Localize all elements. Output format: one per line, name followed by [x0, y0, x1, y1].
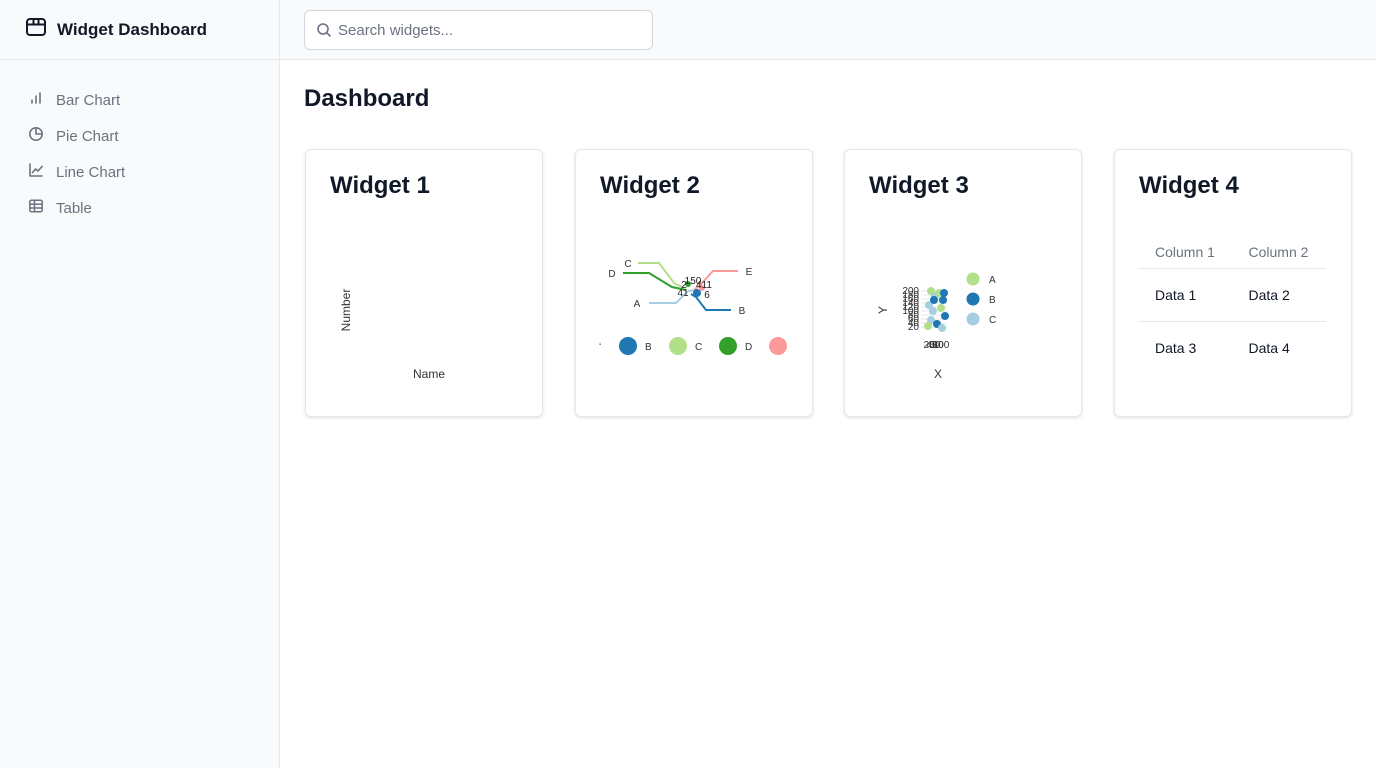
- series-label: E: [746, 267, 753, 278]
- sidebar-item-pie-chart[interactable]: Pie Chart: [0, 118, 279, 154]
- search-input[interactable]: [305, 11, 652, 49]
- data-point: [924, 322, 932, 330]
- bar-chart-icon: [28, 90, 44, 110]
- legend-marker: [669, 337, 687, 355]
- legend-label-clipped: ʻ: [599, 341, 601, 353]
- x-axis-label: Name: [413, 367, 445, 381]
- scatter-chart: 2001801601401201008060402020406080100XYA…: [876, 272, 996, 381]
- data-point: [938, 324, 946, 332]
- page-title: Dashboard: [304, 85, 430, 112]
- series-line-C: [638, 262, 685, 289]
- search-icon: [316, 22, 332, 43]
- table-cell: Data 3: [1155, 340, 1197, 356]
- data-point: [930, 296, 938, 304]
- sidebar-item-table[interactable]: Table: [0, 190, 279, 226]
- table-row[interactable]: Data 1 Data 2: [1139, 268, 1326, 322]
- table-icon: [28, 198, 44, 218]
- search-box: [304, 10, 653, 50]
- series-label: D: [608, 269, 615, 280]
- pie-chart-icon: [28, 126, 44, 146]
- topbar: [280, 0, 1376, 60]
- data-point: [929, 307, 937, 315]
- bump-chart: CDAEB1502 41141 6ʻ B C D: [599, 259, 787, 355]
- widget-title: Widget 4: [1139, 172, 1239, 199]
- widget-card-4[interactable]: Widget 4 Column 1 Column 2 Data 1 Data 2…: [1114, 149, 1352, 417]
- sidebar-item-line-chart[interactable]: Line Chart: [0, 154, 279, 190]
- legend-label: C: [989, 315, 996, 326]
- widget-card-2[interactable]: Widget 2 C D A E B 150 2 411 41 6 ʻ B C D: [575, 149, 813, 417]
- brand[interactable]: Widget Dashboard: [0, 0, 279, 60]
- data-point: [940, 289, 948, 297]
- legend-label: D: [745, 342, 752, 353]
- legend-marker: [719, 337, 737, 355]
- data-label: 41: [677, 288, 689, 299]
- series-label: A: [634, 299, 641, 310]
- sidebar: Widget Dashboard Bar Chart Pie Chart Lin…: [0, 0, 280, 768]
- legend-label: B: [989, 295, 996, 306]
- legend-label: C: [695, 342, 702, 353]
- x-tick-label: 100: [933, 340, 950, 351]
- app-title: Widget Dashboard: [57, 19, 208, 39]
- sidebar-item-label: Line Chart: [56, 163, 126, 181]
- column-header[interactable]: Column 1: [1139, 238, 1233, 269]
- y-axis-label: Y: [876, 306, 890, 314]
- widget-card-1[interactable]: Widget 1 020406080100120140160180ABCDEFG…: [305, 149, 543, 417]
- bar-chart: 020406080100120140160180ABCDEFGHNameNumb…: [339, 289, 445, 381]
- data-point: [941, 312, 949, 320]
- sidebar-item-bar-chart[interactable]: Bar Chart: [0, 82, 279, 118]
- series-line-A: [649, 289, 697, 304]
- legend-marker: [769, 337, 787, 355]
- table-cell: Data 4: [1248, 340, 1290, 356]
- data-point: [937, 304, 945, 312]
- sidebar-item-label: Bar Chart: [56, 91, 121, 109]
- legend-marker: [966, 292, 980, 306]
- table-cell: Data 1: [1139, 268, 1233, 322]
- x-axis-label: X: [934, 367, 942, 381]
- data-table: Column 1 Column 2 Data 1 Data 2 Data 3 D…: [1139, 238, 1326, 374]
- series-label: C: [624, 259, 631, 270]
- data-point: [939, 296, 947, 304]
- data-label: 6: [704, 290, 710, 301]
- legend-label: B: [645, 342, 652, 353]
- line-chart-icon: [28, 162, 44, 182]
- legend-marker: [966, 312, 980, 326]
- series-label: B: [739, 306, 746, 317]
- table-row[interactable]: Data 3 Data 4: [1139, 322, 1326, 375]
- table-cell: Data 2: [1232, 268, 1326, 322]
- sidebar-item-label: Pie Chart: [56, 127, 119, 145]
- legend-marker: [966, 272, 980, 286]
- y-axis-label: Number: [339, 289, 353, 332]
- widget-card-3[interactable]: Widget 3 200 180 160 140 120 100 80 60 40 20 20 40 6…: [844, 149, 1082, 417]
- sidebar-item-label: Table: [56, 199, 92, 217]
- box-icon: [25, 16, 47, 43]
- y-tick-label: 20: [908, 322, 920, 333]
- column-header[interactable]: Column 2: [1232, 238, 1326, 269]
- legend-label: A: [989, 275, 996, 286]
- table-header-row: Column 1 Column 2: [1139, 238, 1326, 269]
- sidebar-nav: Bar Chart Pie Chart Line Chart Table: [0, 60, 279, 226]
- legend-marker: [619, 337, 637, 355]
